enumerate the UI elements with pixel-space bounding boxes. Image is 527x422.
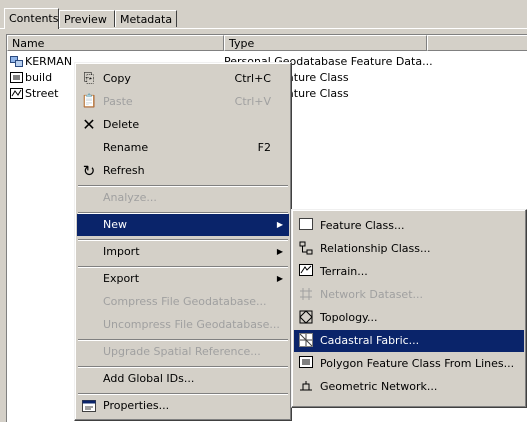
submenu-item-label: Polygon Feature Class From Lines... xyxy=(320,357,515,370)
submenu-item-label: Cadastral Fabric... xyxy=(320,334,420,347)
menu-item-label: Properties... xyxy=(103,399,170,412)
submenu-item-label: Terrain... xyxy=(320,265,368,278)
menu-item-label: Export xyxy=(103,272,140,285)
menu-item-uncompress[interactable]: Uncompress File Geodatabase... xyxy=(77,314,289,336)
submenu-item-geometric-network[interactable]: Geometric Network... xyxy=(294,376,524,398)
topology-icon xyxy=(298,310,314,326)
submenu-item-relationship-class[interactable]: Relationship Class... xyxy=(294,238,524,260)
submenu-item-label: Relationship Class... xyxy=(320,242,431,255)
new-submenu: Feature Class... Relationship Class... T… xyxy=(291,209,527,408)
menu-item-label: Rename xyxy=(103,141,149,154)
network-dataset-icon xyxy=(298,287,314,303)
menu-item-export[interactable]: Export ▶ xyxy=(77,268,289,290)
menu-item-label: Refresh xyxy=(103,164,145,177)
delete-icon: ✕ xyxy=(82,115,96,134)
properties-icon xyxy=(81,398,97,414)
submenu-arrow-icon: ▶ xyxy=(276,274,283,283)
list-item-name: Street xyxy=(25,87,59,100)
menu-item-label: Add Global IDs... xyxy=(103,372,195,385)
menu-item-shortcut: Ctrl+C xyxy=(234,72,271,85)
tab-metadata[interactable]: Metadata xyxy=(115,10,177,27)
menu-item-label: Compress File Geodatabase... xyxy=(103,295,267,308)
tab-preview[interactable]: Preview xyxy=(59,10,115,27)
menu-item-rename[interactable]: Rename F2 xyxy=(77,137,289,159)
tab-contents[interactable]: Contents xyxy=(4,8,59,29)
menu-item-paste[interactable]: 📋 Paste Ctrl+V xyxy=(77,91,289,113)
menu-item-shortcut: F2 xyxy=(257,141,271,154)
menu-item-label: Upgrade Spatial Reference... xyxy=(103,345,261,358)
menu-item-label: Analyze... xyxy=(103,191,157,204)
menu-item-label: Uncompress File Geodatabase... xyxy=(103,318,280,331)
menu-item-refresh[interactable]: ↻ Refresh xyxy=(77,160,289,182)
feature-dataset-icon xyxy=(10,56,23,67)
column-header-name[interactable]: Name xyxy=(7,35,224,51)
submenu-arrow-icon: ▶ xyxy=(276,247,283,256)
list-item-name: build xyxy=(25,71,53,84)
menu-item-label: New xyxy=(103,218,127,231)
tabs-divider xyxy=(0,28,527,29)
cadastral-fabric-icon xyxy=(298,333,314,349)
polygon-feature-class-icon xyxy=(298,356,314,372)
menu-item-label: Delete xyxy=(103,118,140,131)
submenu-item-terrain[interactable]: Terrain... xyxy=(294,261,524,283)
menu-item-copy[interactable]: ⎘ Copy Ctrl+C xyxy=(77,68,289,90)
submenu-item-polygon-from-lines[interactable]: Polygon Feature Class From Lines... xyxy=(294,353,524,375)
submenu-item-label: Network Dataset... xyxy=(320,288,423,301)
menu-item-label: Import xyxy=(103,245,140,258)
list-item-name: KERMAN xyxy=(25,55,73,68)
refresh-icon: ↻ xyxy=(82,162,96,180)
paste-icon: 📋 xyxy=(81,94,98,109)
menu-item-import[interactable]: Import ▶ xyxy=(77,241,289,263)
terrain-icon xyxy=(298,264,314,280)
submenu-item-network-dataset[interactable]: Network Dataset... xyxy=(294,284,524,306)
submenu-item-label: Feature Class... xyxy=(320,219,405,232)
menu-item-properties[interactable]: Properties... xyxy=(77,395,289,417)
menu-item-label: Copy xyxy=(103,72,131,85)
feature-class-icon xyxy=(298,218,314,234)
tab-bar: Contents Preview Metadata xyxy=(0,0,527,29)
submenu-item-cadastral-fabric[interactable]: Cadastral Fabric... xyxy=(294,330,524,352)
menu-item-analyze[interactable]: Analyze... xyxy=(77,187,289,209)
menu-item-shortcut: Ctrl+V xyxy=(234,95,271,108)
submenu-item-topology[interactable]: Topology... xyxy=(294,307,524,329)
context-menu: ⎘ Copy Ctrl+C 📋 Paste Ctrl+V ✕ Delete Re… xyxy=(74,62,292,421)
menu-item-delete[interactable]: ✕ Delete xyxy=(77,114,289,136)
line-feature-class-icon xyxy=(10,88,23,99)
submenu-item-label: Geometric Network... xyxy=(320,380,438,393)
menu-item-label: Paste xyxy=(103,95,133,108)
menu-item-compress[interactable]: Compress File Geodatabase... xyxy=(77,291,289,313)
column-header-type[interactable]: Type xyxy=(224,35,427,51)
copy-icon: ⎘ xyxy=(83,71,95,86)
submenu-arrow-icon: ▶ xyxy=(276,220,283,229)
submenu-item-feature-class[interactable]: Feature Class... xyxy=(294,215,524,237)
menu-item-add-global-ids[interactable]: Add Global IDs... xyxy=(77,368,289,390)
relationship-class-icon xyxy=(298,241,314,257)
polygon-feature-class-icon xyxy=(10,72,23,83)
menu-item-new[interactable]: New ▶ xyxy=(77,214,289,236)
submenu-item-label: Topology... xyxy=(320,311,378,324)
column-header-blank[interactable] xyxy=(427,35,527,51)
geometric-network-icon xyxy=(298,379,314,395)
menu-item-upgrade-spatial-reference[interactable]: Upgrade Spatial Reference... xyxy=(77,341,289,363)
